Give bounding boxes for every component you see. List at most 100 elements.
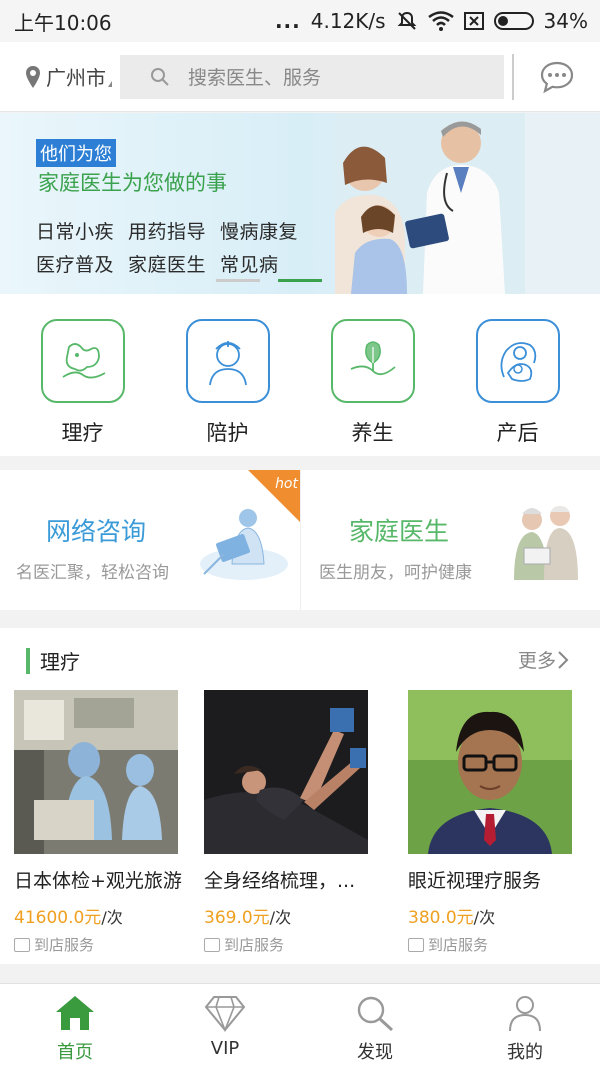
- price-unit: /次: [101, 908, 123, 927]
- search-input[interactable]: 搜索医生、服务: [120, 54, 504, 99]
- home-icon: [56, 996, 94, 1030]
- city-name: 广州市: [46, 66, 106, 90]
- carousel-indicator-active[interactable]: [278, 279, 322, 282]
- service-label: 到店服务: [224, 936, 285, 954]
- category-nursing[interactable]: 陪护: [168, 294, 288, 456]
- nav-label: VIP: [210, 1038, 240, 1059]
- product-price: 369.0元/次: [204, 903, 374, 928]
- product-card[interactable]: 全身经络梳理，... 369.0元/次 到店服务: [204, 690, 374, 955]
- product-price: 41600.0元/次: [14, 903, 184, 928]
- card-subtitle: 医生朋友，呵护健康: [319, 563, 472, 583]
- elderly-couple-image: [514, 506, 578, 580]
- category-physiotherapy[interactable]: 理疗: [23, 294, 143, 456]
- banner-service: 日常小疾: [36, 221, 115, 243]
- wifi-icon: [427, 11, 454, 31]
- card-subtitle: 名医汇聚，轻松咨询: [16, 563, 169, 583]
- battery-percent: 34%: [543, 9, 588, 33]
- product-image-lab: [14, 690, 178, 854]
- top-bar: 广州市 搜索医生、服务: [0, 42, 600, 112]
- chat-bubble-icon: [540, 61, 574, 93]
- banner-service: 慢病康复: [220, 221, 299, 243]
- person-icon: [509, 996, 541, 1032]
- carousel-indicator[interactable]: [216, 279, 260, 282]
- banner-service: 医疗普及: [36, 254, 115, 276]
- nav-profile[interactable]: 我的: [450, 984, 600, 1067]
- search-placeholder: 搜索医生、服务: [188, 67, 322, 89]
- hot-badge-text: hot: [275, 476, 298, 492]
- search-icon: [151, 67, 169, 86]
- category-label: 养生: [351, 421, 394, 445]
- nav-label: 发现: [357, 1042, 393, 1063]
- online-consult-card[interactable]: 网络咨询 名医汇聚，轻松咨询 hot: [0, 470, 300, 610]
- promo-banner[interactable]: 他们为您 家庭医生为您做的事 日常小疾 用药指导 慢病康复 医疗普及 家庭医生 常见病: [0, 113, 600, 294]
- sim-icon: [463, 12, 484, 30]
- price-value: 41600.0元: [14, 908, 102, 928]
- product-image-massage: [204, 690, 368, 854]
- banner-service: 用药指导: [128, 221, 207, 243]
- status-dots: ...: [274, 9, 301, 33]
- product-service: 到店服务: [204, 934, 374, 955]
- category-label: 陪护: [206, 421, 249, 445]
- location-pin-icon: [26, 65, 40, 88]
- nav-home[interactable]: 首页: [0, 984, 150, 1067]
- category-icon-box: [40, 319, 125, 403]
- bottom-navigation: 首页 VIP 发现 我的: [0, 983, 600, 1067]
- chevron-right-icon: [558, 650, 569, 669]
- banner-services-row-2: 医疗普及 家庭医生 常见病: [36, 250, 293, 277]
- category-wellness[interactable]: 养生: [313, 294, 433, 456]
- category-icon-box: [330, 319, 415, 403]
- category-grid: 理疗 陪护 养生 产后: [0, 294, 600, 456]
- section-title: 理疗: [40, 650, 80, 674]
- section-accent-bar: [26, 647, 30, 674]
- nav-label: 首页: [57, 1042, 93, 1063]
- nav-vip[interactable]: VIP: [150, 984, 300, 1067]
- search-icon: [357, 996, 394, 1032]
- product-service: 到店服务: [14, 934, 184, 955]
- category-label: 产后: [496, 421, 539, 445]
- product-card[interactable]: 眼近视理疗服务 380.0元/次 到店服务: [408, 690, 578, 955]
- physiotherapy-section: 理疗 更多 日本体检+观光旅游 41600.0元/次 到店服务 全身经络梳理，.…: [0, 628, 600, 964]
- category-label: 理疗: [61, 421, 104, 445]
- banner-service: 常见病: [220, 254, 279, 276]
- product-card[interactable]: 日本体检+观光旅游 41600.0元/次 到店服务: [14, 690, 184, 955]
- mute-icon: [397, 11, 416, 30]
- store-icon: [14, 937, 30, 952]
- nav-discover[interactable]: 发现: [300, 984, 450, 1067]
- diamond-icon: [204, 996, 246, 1032]
- price-unit: /次: [269, 908, 292, 927]
- product-price: 380.0元/次: [408, 903, 578, 928]
- product-image-boy-glasses: [408, 690, 572, 854]
- service-label: 到店服务: [34, 936, 95, 954]
- price-value: 380.0元: [408, 908, 474, 928]
- price-value: 369.0元: [204, 908, 270, 928]
- city-selector[interactable]: 广州市: [0, 62, 120, 91]
- banner-tag: 他们为您: [36, 139, 116, 167]
- nurse-icon: [208, 341, 247, 386]
- card-title: 家庭医生: [349, 517, 450, 546]
- status-indicators: ... 4.12K/s 34%: [275, 9, 588, 33]
- price-unit: /次: [473, 908, 496, 927]
- section-header: 理疗: [26, 646, 80, 675]
- store-icon: [204, 937, 220, 952]
- online-doctor-image: [200, 509, 288, 580]
- status-time: 上午10:06: [14, 10, 112, 35]
- message-button[interactable]: [514, 42, 600, 112]
- doctor-family-image: [335, 113, 600, 294]
- status-bar: 上午10:06 ... 4.12K/s 34%: [0, 0, 600, 42]
- card-title: 网络咨询: [46, 517, 147, 546]
- consult-cards: 网络咨询 名医汇聚，轻松咨询 hot 家庭医生 医生朋友，呵护健康: [0, 470, 600, 610]
- mother-baby-icon: [500, 342, 536, 382]
- more-link[interactable]: 更多: [518, 646, 570, 673]
- product-list: 日本体检+观光旅游 41600.0元/次 到店服务 全身经络梳理，... 369…: [0, 690, 600, 954]
- banner-headline: 家庭医生为您做的事: [38, 171, 227, 195]
- product-service: 到店服务: [408, 934, 578, 955]
- banner-services-row-1: 日常小疾 用药指导 慢病康复: [36, 217, 312, 244]
- leaf-icon: [350, 341, 396, 376]
- category-icon-box: [475, 319, 560, 403]
- category-postpartum[interactable]: 产后: [458, 294, 578, 456]
- banner-service: 家庭医生: [128, 254, 207, 276]
- network-speed: 4.12K/s: [310, 9, 386, 33]
- service-label: 到店服务: [428, 936, 489, 954]
- more-label: 更多: [517, 650, 556, 672]
- family-doctor-card[interactable]: 家庭医生 医生朋友，呵护健康: [300, 470, 600, 610]
